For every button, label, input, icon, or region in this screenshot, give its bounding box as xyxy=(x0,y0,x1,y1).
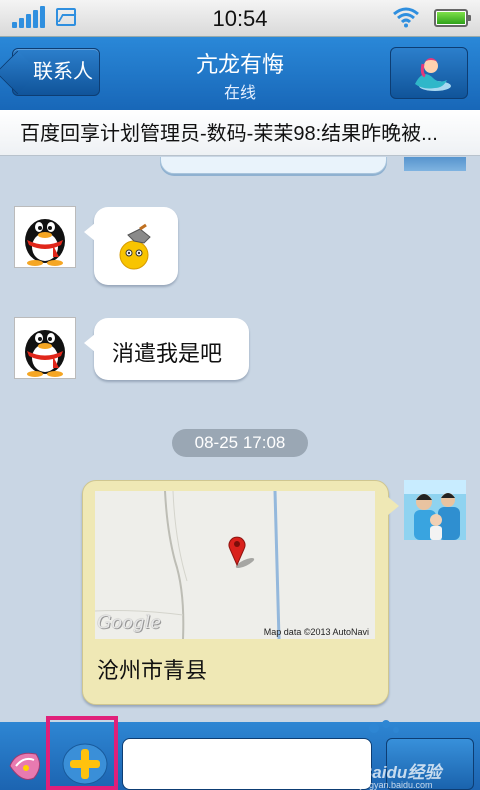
location-name: 沧州市青县 xyxy=(97,658,208,683)
message-bubble[interactable] xyxy=(84,207,178,285)
notification-marquee[interactable]: 百度回享计划管理员-数码-茉茉98:结果昨晚被... xyxy=(0,110,480,156)
contact-profile-button[interactable] xyxy=(390,47,468,99)
conch-shell-icon[interactable] xyxy=(6,746,44,784)
map-thumbnail[interactable]: Google Map data ©2013 AutoNavi xyxy=(95,491,375,639)
map-pin-icon xyxy=(228,536,255,569)
smiley-with-hat-emoji xyxy=(119,223,151,270)
google-logo: Google xyxy=(97,612,161,633)
watermark-url: jingyan.baidu.com xyxy=(360,780,433,790)
contact-status: 在线 xyxy=(223,85,256,102)
decorative-bubbles xyxy=(369,720,399,733)
back-button-label: 联系人 xyxy=(33,61,93,83)
status-bar: 10:54 xyxy=(0,0,480,37)
wifi-icon xyxy=(393,7,419,28)
baidu-watermark: Baidu经验 jingyan.baidu.com xyxy=(360,758,441,790)
message-timestamp: 08-25 17:08 xyxy=(172,429,308,457)
my-avatar-partial[interactable] xyxy=(404,157,466,171)
highlight-annotation xyxy=(46,716,118,790)
mermaid-avatar-icon xyxy=(415,58,451,91)
message-bubble[interactable]: 消遣我是吧 xyxy=(84,318,249,380)
back-to-contacts-button[interactable]: 联系人 xyxy=(12,48,100,96)
message-list[interactable]: 消遣我是吧 08-25 17:08 Google Map data ©2013 … xyxy=(0,157,480,722)
qq-penguin-avatar[interactable] xyxy=(15,207,75,267)
chat-header: 联系人 亢龙有悔 在线 xyxy=(0,37,480,110)
message-input[interactable] xyxy=(122,738,372,790)
previous-message-bubble[interactable] xyxy=(160,157,387,174)
map-attribution: Map data ©2013 AutoNavi xyxy=(263,627,369,637)
family-photo-avatar[interactable] xyxy=(404,480,466,540)
message-text: 消遣我是吧 xyxy=(112,341,223,366)
qq-penguin-avatar[interactable] xyxy=(15,318,75,378)
contact-name: 亢龙有悔 xyxy=(195,52,284,77)
battery-icon xyxy=(434,9,471,27)
location-message-bubble[interactable]: Google Map data ©2013 AutoNavi 沧州市青县 xyxy=(82,480,399,705)
